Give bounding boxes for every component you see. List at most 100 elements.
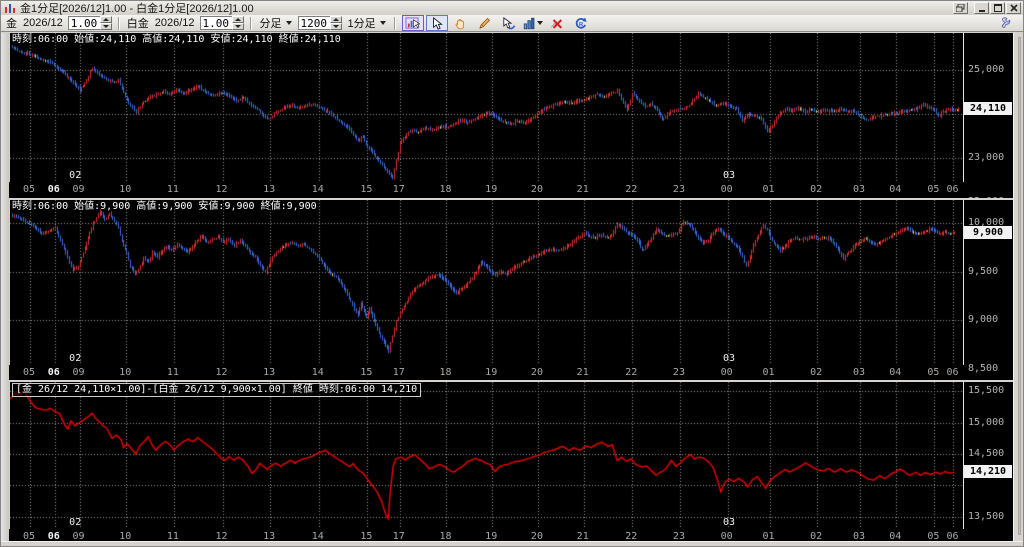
right-frame-strip	[1013, 33, 1023, 541]
x-tick-label: 05	[927, 367, 940, 378]
x-tick-label: 03	[853, 367, 866, 378]
x-tick-label: 02	[810, 184, 823, 195]
period-type-dropdown[interactable]: 分足	[258, 16, 294, 31]
svg-text:R: R	[579, 22, 583, 28]
y-axis-label: 22,000	[968, 196, 1004, 198]
candlestick-chart-icon	[4, 3, 17, 14]
x-tick-label: 21	[576, 367, 589, 378]
x-tick-label: 15	[360, 184, 373, 195]
reload-chart-button[interactable]: R	[570, 15, 592, 31]
ratio1-down-button[interactable]	[99, 23, 112, 30]
x-tick-label: 04	[889, 184, 902, 195]
y-axis-label: 8,500	[968, 362, 999, 374]
ratio2-down-button[interactable]	[231, 23, 244, 30]
x-tick-label: 18	[439, 367, 452, 378]
x-tick-label: 06	[946, 367, 959, 378]
platinum-price-axis[interactable]: 10,000 9,500 9,000 8,500 9,900	[964, 200, 1013, 380]
x-tick-label: 14	[311, 367, 324, 378]
ratio1-up-button[interactable]	[99, 16, 112, 23]
x-tick-label: 18	[439, 184, 452, 195]
bar-count-down-button[interactable]	[329, 23, 342, 30]
x-tick-label: 05	[22, 184, 36, 195]
cascade-windows-button[interactable]	[953, 2, 968, 14]
remove-indicator-button[interactable]	[546, 15, 568, 31]
y-axis-label: 15,000	[968, 416, 1005, 428]
spread-formula-readout: [金 26/12 24,110×1.00]-[白金 26/12 9,900×1.…	[12, 383, 422, 397]
period-dropdown[interactable]: 1分足	[346, 16, 388, 31]
bar-count-spinner	[297, 16, 342, 30]
platinum-time-axis[interactable]: 05 06 09 10 11 12 13 14 15 17 18 19 20 21 22 23 00 01 02 03…	[9, 365, 964, 380]
platinum-candlestick-canvas[interactable]	[10, 200, 963, 365]
cursor-tool-button[interactable]	[425, 15, 448, 31]
x-tick-label: 17	[392, 184, 405, 195]
spread-last-price-badge: 14,210	[964, 465, 1012, 479]
gold-time-axis[interactable]: 05 06 09 10 11 12 13 14 15 17 18 19 20 21 22 23 00 01 02 03…	[9, 182, 964, 198]
gold-plot-area[interactable]: 時刻:06:00 始値:24,110 高値:24,110 安値:24,110 終…	[9, 33, 964, 182]
x-tick-label: 20	[530, 184, 543, 195]
x-tick-label: 21	[576, 184, 589, 195]
toolbar-separator	[117, 16, 120, 30]
indicator-chart-menu-button[interactable]	[522, 15, 544, 31]
close-button[interactable]	[1006, 2, 1021, 14]
ink-icon	[503, 16, 515, 29]
x-tick-label: 11	[166, 184, 179, 195]
bar-count-up-button[interactable]	[329, 16, 342, 23]
instrument1-ratio-spinner	[67, 16, 112, 30]
x-tick-label: 09	[72, 184, 85, 195]
x-tick-label: 13	[263, 184, 276, 195]
x-tick-label: 23	[672, 367, 685, 378]
toolbar-separator	[249, 16, 252, 30]
platinum-ohlc-readout: 時刻:06:00 始値:9,900 高値:9,900 安値:9,900 終値:9…	[12, 201, 317, 212]
minimize-button[interactable]	[974, 2, 989, 14]
ratio2-up-button[interactable]	[231, 16, 244, 23]
platinum-last-price-badge: 9,900	[964, 225, 1012, 239]
x-tick-label: 22	[625, 367, 638, 378]
gold-candlestick-canvas[interactable]	[10, 33, 963, 182]
spread-plot-area[interactable]: [金 26/12 24,110×1.00]-[白金 26/12 9,900×1.…	[9, 382, 964, 529]
wrench-icon	[1001, 17, 1011, 28]
date-marker-label: 03	[722, 353, 735, 364]
instrument1-ratio-input[interactable]	[67, 16, 100, 30]
date-marker-label: 03	[722, 517, 735, 528]
chevron-down-icon	[285, 21, 292, 25]
draw-pencil-tool-button[interactable]	[474, 15, 496, 31]
bar-count-input[interactable]	[297, 16, 330, 30]
spread-price-axis[interactable]: 15,500 15,000 14,500 13,500 14,210	[964, 382, 1013, 542]
pan-hand-tool-button[interactable]	[450, 15, 472, 31]
spread-line-canvas[interactable]	[10, 382, 963, 529]
instrument2-ratio-input[interactable]	[199, 16, 232, 30]
gold-last-price-badge: 24,110	[964, 102, 1012, 116]
toolbar-separator	[393, 16, 396, 30]
x-tick-label: 22	[625, 184, 638, 195]
instrument2-contract: 2026/12	[154, 17, 195, 29]
y-axis-label: 23,000	[968, 152, 1005, 164]
date-marker-label: 02	[69, 170, 82, 181]
x-tick-label: 13	[263, 367, 276, 378]
x-tick-label: 19	[485, 184, 498, 195]
annotate-pen-tool-button[interactable]	[498, 15, 520, 31]
chart-stack: 時刻:06:00 始値:24,110 高値:24,110 安値:24,110 終…	[1, 33, 1023, 542]
y-axis-label: 25,000	[968, 64, 1005, 75]
date-marker-label: 03	[722, 170, 735, 181]
platinum-plot-area[interactable]: 時刻:06:00 始値:9,900 高値:9,900 安値:9,900 終値:9…	[9, 200, 964, 365]
chart-select-icon	[405, 16, 421, 29]
settings-wrench-button[interactable]	[997, 16, 1017, 31]
region-select-tool-button[interactable]	[401, 15, 424, 31]
cursor-icon	[432, 16, 443, 30]
x-tick-label: 12	[215, 184, 228, 195]
x-tick-label: 05	[927, 184, 940, 195]
x-tick-label: 01	[762, 367, 775, 378]
x-tick-label: 23	[672, 184, 685, 195]
y-axis-label: 9,500	[968, 265, 999, 277]
pencil-icon	[479, 17, 491, 29]
maximize-button[interactable]	[990, 2, 1005, 14]
title-bar[interactable]: 金1分足[2026/12]1.00 - 白金1分足[2026/12]1.00	[1, 1, 1023, 15]
gold-price-axis[interactable]: 25,000 23,000 22,000 24,110	[964, 33, 1013, 198]
x-tick-label: 06	[946, 184, 959, 195]
refresh-icon: R	[575, 17, 587, 29]
y-axis-label: 9,000	[968, 314, 999, 326]
bottom-frame-strip	[1, 541, 1023, 546]
date-marker-label: 02	[69, 353, 82, 364]
scrollbar-groove	[1018, 37, 1021, 535]
x-tick-label: 09	[72, 367, 85, 378]
